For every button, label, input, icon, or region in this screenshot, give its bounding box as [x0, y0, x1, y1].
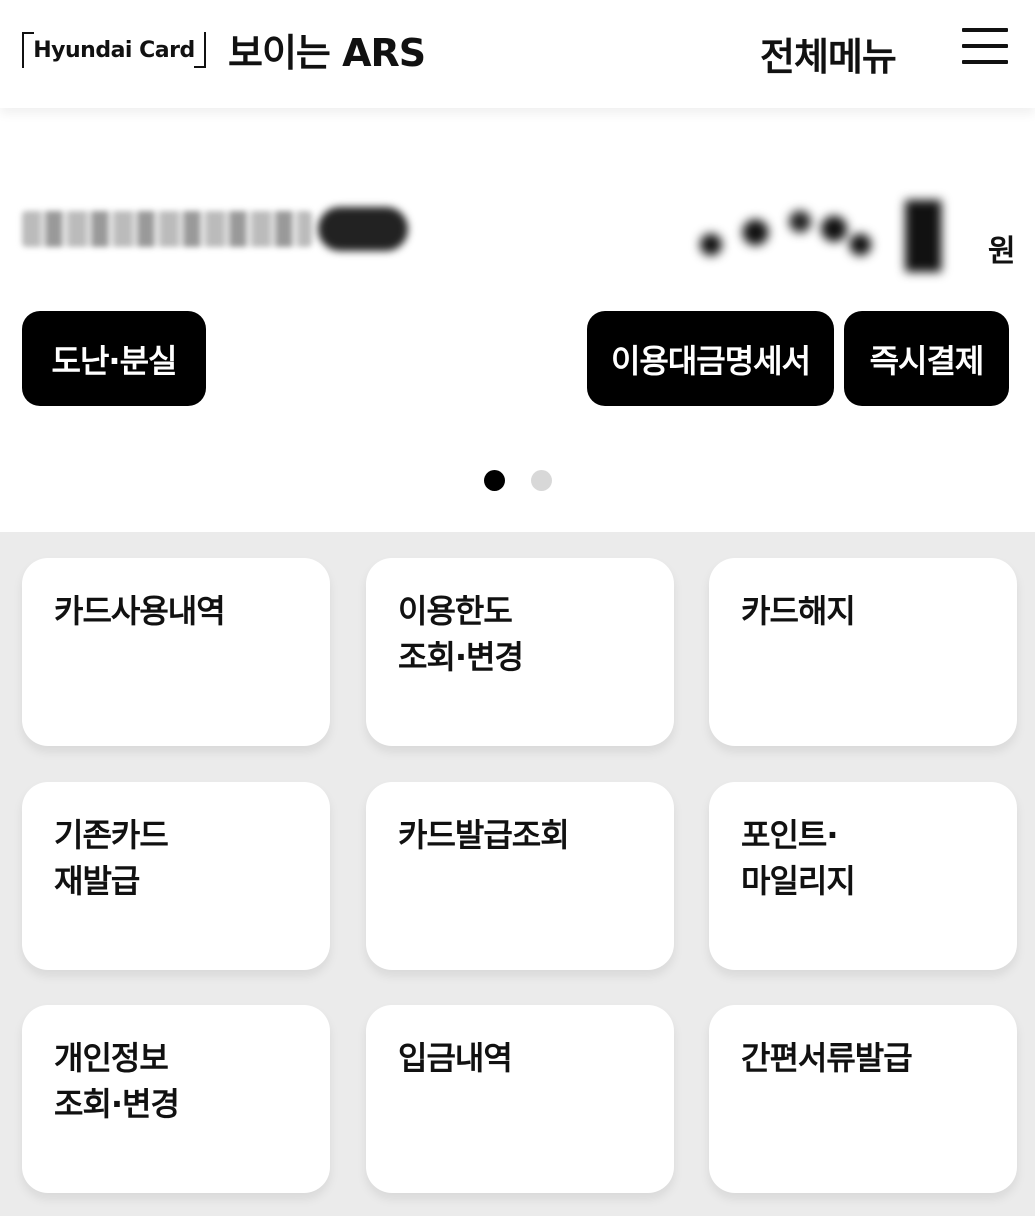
- masked-amount: [690, 200, 952, 272]
- tile-label: 카드발급조회: [398, 812, 674, 858]
- tile-label: 기존카드 재발급: [54, 812, 330, 904]
- statement-button[interactable]: 이용대금명세서: [587, 311, 834, 406]
- all-menu-button[interactable]: 전체메뉴: [760, 26, 896, 81]
- tile-label: 간편서류발급: [741, 1035, 1017, 1081]
- tile-card-cancel[interactable]: 카드해지: [709, 558, 1017, 746]
- masked-badge: [318, 207, 408, 251]
- tile-card-reissue[interactable]: 기존카드 재발급: [22, 782, 330, 970]
- currency-unit: 원: [988, 226, 1016, 270]
- tile-card-usage-history[interactable]: 카드사용내역: [22, 558, 330, 746]
- masked-billing-label: [22, 211, 312, 247]
- instant-pay-button[interactable]: 즉시결제: [844, 311, 1009, 406]
- tile-issue-inquiry[interactable]: 카드발급조회: [366, 782, 674, 970]
- tile-label: 카드사용내역: [54, 588, 330, 634]
- tile-deposit-history[interactable]: 입금내역: [366, 1005, 674, 1193]
- theft-loss-button[interactable]: 도난·분실: [22, 311, 206, 406]
- carousel-dot-1[interactable]: [484, 470, 505, 491]
- tile-label: 이용한도 조회·변경: [398, 588, 674, 680]
- tile-label: 개인정보 조회·변경: [54, 1035, 330, 1127]
- tile-label: 포인트· 마일리지: [741, 812, 1017, 904]
- carousel-dot-2[interactable]: [531, 470, 552, 491]
- page-title: 보이는 ARS: [228, 22, 425, 77]
- tile-label: 카드해지: [741, 588, 1017, 634]
- hyundai-card-logo[interactable]: Hyundai Card: [22, 32, 206, 68]
- tile-label: 입금내역: [398, 1035, 674, 1081]
- menu-grid: 카드사용내역 이용한도 조회·변경 카드해지 기존카드 재발급 카드발급조회 포…: [0, 532, 1035, 1216]
- app-header: Hyundai Card 보이는 ARS 전체메뉴: [0, 0, 1035, 108]
- tile-credit-limit[interactable]: 이용한도 조회·변경: [366, 558, 674, 746]
- tile-points-mileage[interactable]: 포인트· 마일리지: [709, 782, 1017, 970]
- logo-text: Hyundai Card: [33, 38, 194, 63]
- tile-document-issue[interactable]: 간편서류발급: [709, 1005, 1017, 1193]
- hamburger-icon[interactable]: [962, 28, 1008, 64]
- billing-summary: 원 도난·분실 이용대금명세서 즉시결제: [0, 108, 1035, 532]
- tile-personal-info[interactable]: 개인정보 조회·변경: [22, 1005, 330, 1193]
- carousel-indicator: [0, 470, 1035, 494]
